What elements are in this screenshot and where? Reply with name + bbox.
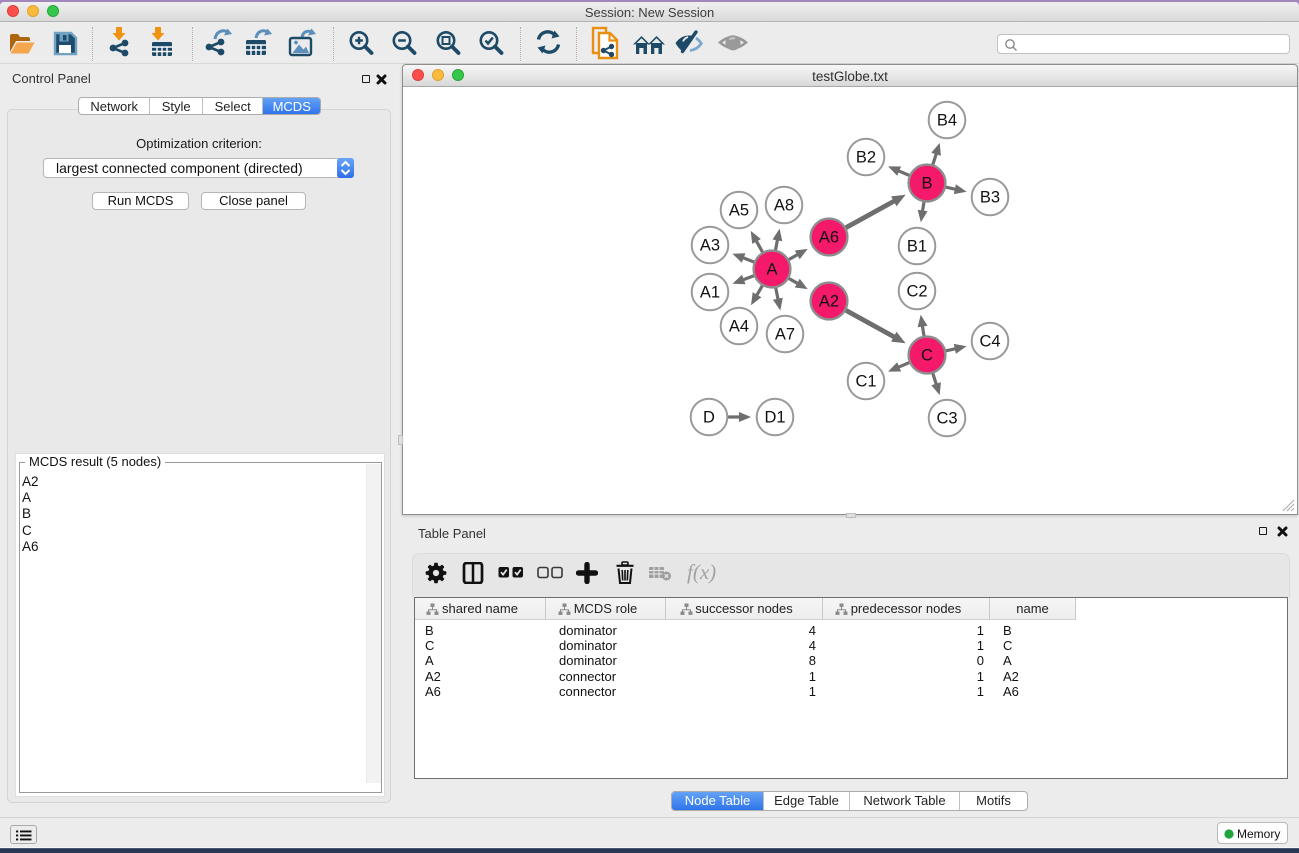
svg-text:A6: A6 bbox=[819, 229, 839, 247]
svg-text:A4: A4 bbox=[729, 318, 749, 336]
svg-text:A8: A8 bbox=[774, 197, 794, 215]
svg-text:A3: A3 bbox=[700, 237, 720, 255]
svg-text:D1: D1 bbox=[764, 409, 785, 427]
svg-text:A2: A2 bbox=[819, 293, 839, 311]
svg-text:C1: C1 bbox=[855, 373, 876, 391]
svg-text:A7: A7 bbox=[775, 326, 795, 344]
svg-text:C4: C4 bbox=[979, 333, 1000, 351]
svg-text:B4: B4 bbox=[937, 112, 957, 130]
svg-text:A: A bbox=[766, 261, 777, 279]
svg-text:C: C bbox=[921, 347, 933, 365]
svg-text:B3: B3 bbox=[980, 189, 1000, 207]
svg-text:C2: C2 bbox=[906, 283, 927, 301]
svg-text:D: D bbox=[703, 409, 715, 427]
svg-text:B1: B1 bbox=[907, 238, 927, 256]
svg-text:B2: B2 bbox=[856, 149, 876, 167]
svg-text:C3: C3 bbox=[936, 410, 957, 428]
svg-text:A5: A5 bbox=[729, 202, 749, 220]
svg-text:A1: A1 bbox=[700, 284, 720, 302]
svg-text:B: B bbox=[921, 175, 932, 193]
